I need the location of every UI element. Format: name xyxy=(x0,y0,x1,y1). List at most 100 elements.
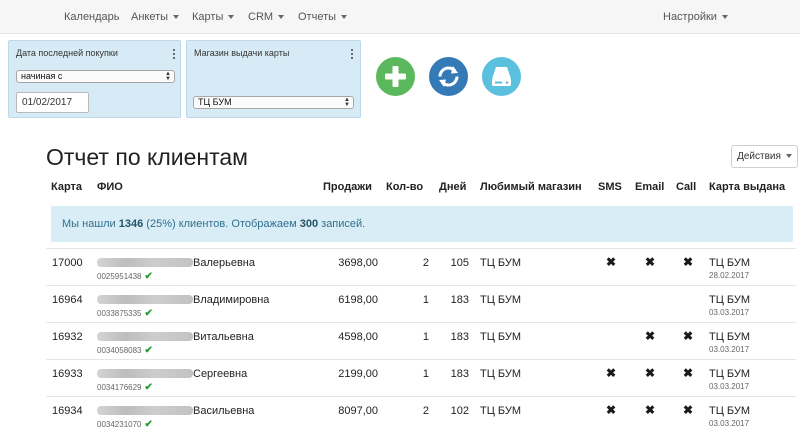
date-input[interactable]: 01/02/2017 xyxy=(16,92,89,113)
date-mode-select[interactable]: начиная с ▲ ▼ xyxy=(16,70,175,83)
redacted-name xyxy=(97,332,193,341)
verified-check-icon: ✔ xyxy=(144,382,153,393)
add-button[interactable] xyxy=(376,57,415,96)
shop-select[interactable]: ТЦ БУМ ▲ ▼ xyxy=(193,96,354,109)
sales-amount: 6198,00 xyxy=(338,294,378,306)
caret-down-icon xyxy=(785,154,792,159)
actions-dropdown-button[interactable]: Действия xyxy=(731,145,798,168)
email-disabled-icon: ✖ xyxy=(645,329,656,343)
col-header-sms[interactable]: SMS xyxy=(598,181,622,193)
caret-down-icon xyxy=(228,15,235,20)
sales-amount: 3698,00 xyxy=(338,257,378,269)
client-name: Валерьевна xyxy=(97,257,255,269)
redacted-name xyxy=(97,406,193,415)
nav-calendar[interactable]: Календарь xyxy=(64,11,120,23)
days-count: 183 xyxy=(450,331,469,343)
col-header-shop[interactable]: Любимый магазин xyxy=(480,181,582,193)
call-disabled-icon: ✖ xyxy=(683,366,694,380)
verified-check-icon: ✔ xyxy=(144,271,153,282)
sms-disabled-icon: ✖ xyxy=(606,255,617,269)
favorite-shop: ТЦ БУМ xyxy=(480,294,522,306)
kebab-menu-icon[interactable] xyxy=(350,49,354,61)
call-disabled-icon: ✖ xyxy=(683,329,694,343)
nav-forms-dropdown[interactable]: Анкеты xyxy=(131,11,180,23)
caret-down-icon xyxy=(278,15,285,20)
col-header-name[interactable]: ФИО xyxy=(97,181,123,193)
favorite-shop: ТЦ БУМ xyxy=(480,257,522,269)
issued-date: 03.03.2017 xyxy=(709,382,750,391)
favorite-shop: ТЦ БУМ xyxy=(480,405,522,417)
col-header-qty[interactable]: Кол-во xyxy=(386,181,423,193)
refresh-button[interactable] xyxy=(429,57,468,96)
sms-disabled-icon: ✖ xyxy=(606,366,617,380)
issued-date: 03.03.2017 xyxy=(709,345,750,354)
hard-drive-icon xyxy=(492,67,511,86)
col-header-card[interactable]: Карта xyxy=(51,181,82,193)
client-phone: 0034231070 ✔ xyxy=(97,419,153,430)
redacted-name xyxy=(97,369,193,378)
purchase-count: 2 xyxy=(422,257,429,269)
caret-down-icon xyxy=(173,15,180,20)
caret-down-icon xyxy=(341,15,348,20)
client-name: Сергеевна xyxy=(97,368,247,380)
table-row[interactable]: 16933 Сергеевна 0034176629 ✔ 2199,00 1 18… xyxy=(46,359,796,396)
issued-shop: ТЦ БУМ xyxy=(709,405,751,417)
sales-amount: 8097,00 xyxy=(338,405,378,417)
card-number: 16934 xyxy=(52,405,83,417)
card-number: 16933 xyxy=(52,368,83,380)
table-row[interactable]: 16934 Васильевна 0034231070 ✔ 8097,00 2 1… xyxy=(46,396,796,431)
call-disabled-icon: ✖ xyxy=(683,255,694,269)
issued-date: 03.03.2017 xyxy=(709,419,750,428)
table-row[interactable]: 17000 Валерьевна 0025951438 ✔ 3698,00 2 1… xyxy=(46,248,796,285)
col-header-issued[interactable]: Карта выдана xyxy=(709,181,785,193)
filter-panel-last-purchase: Дата последней покупки начиная с ▲ ▼ 01/0… xyxy=(8,40,181,118)
client-name: Витальевна xyxy=(97,331,254,343)
days-count: 105 xyxy=(450,257,469,269)
col-header-sales[interactable]: Продажи xyxy=(323,181,372,193)
client-phone: 0034058083 ✔ xyxy=(97,345,153,356)
client-phone: 0034176629 ✔ xyxy=(97,382,153,393)
kebab-menu-icon[interactable] xyxy=(172,49,176,61)
nav-crm-dropdown[interactable]: CRM xyxy=(248,11,285,23)
client-name: Васильевна xyxy=(97,405,254,417)
verified-check-icon: ✔ xyxy=(144,308,153,319)
purchase-count: 1 xyxy=(422,368,429,380)
select-arrows-icon: ▲ ▼ xyxy=(165,71,171,82)
top-navbar: Календарь Анкеты Карты CRM Отчеты Настро… xyxy=(0,0,800,34)
storage-button[interactable] xyxy=(482,57,521,96)
nav-cards-dropdown[interactable]: Карты xyxy=(192,11,235,23)
table-row[interactable]: 16964 Владимировна 0033875335 ✔ 6198,00 1… xyxy=(46,285,796,322)
col-header-call[interactable]: Call xyxy=(676,181,696,193)
favorite-shop: ТЦ БУМ xyxy=(480,368,522,380)
issued-shop: ТЦ БУМ xyxy=(709,257,751,269)
issued-shop: ТЦ БУМ xyxy=(709,331,751,343)
email-disabled-icon: ✖ xyxy=(645,403,656,417)
col-header-email[interactable]: Email xyxy=(635,181,664,193)
results-info-alert: Мы нашли 1346 (25%) клиентов. Отображаем… xyxy=(51,206,793,242)
redacted-name xyxy=(97,258,193,267)
filter-panel-issue-shop: Магазин выдачи карты ТЦ БУМ ▲ ▼ xyxy=(186,40,361,118)
purchase-count: 1 xyxy=(422,331,429,343)
email-disabled-icon: ✖ xyxy=(645,255,656,269)
client-name: Владимировна xyxy=(97,294,269,306)
sms-disabled-icon: ✖ xyxy=(606,403,617,417)
issued-shop: ТЦ БУМ xyxy=(709,294,751,306)
days-count: 183 xyxy=(450,294,469,306)
plus-icon xyxy=(385,66,406,87)
purchase-count: 1 xyxy=(422,294,429,306)
days-count: 183 xyxy=(450,368,469,380)
card-number: 16964 xyxy=(52,294,83,306)
issued-date: 03.03.2017 xyxy=(709,308,750,317)
filter-title: Магазин выдачи карты xyxy=(194,48,290,58)
card-number: 16932 xyxy=(52,331,83,343)
refresh-icon xyxy=(438,66,459,87)
nav-reports-dropdown[interactable]: Отчеты xyxy=(298,11,348,23)
sales-amount: 2199,00 xyxy=(338,368,378,380)
nav-settings-dropdown[interactable]: Настройки xyxy=(663,11,728,23)
redacted-name xyxy=(97,295,193,304)
page-title: Отчет по клиентам xyxy=(46,144,248,170)
table-row[interactable]: 16932 Витальевна 0034058083 ✔ 4598,00 1 1… xyxy=(46,322,796,359)
col-header-days[interactable]: Дней xyxy=(439,181,466,193)
email-disabled-icon: ✖ xyxy=(645,366,656,380)
issued-date: 28.02.2017 xyxy=(709,271,750,280)
